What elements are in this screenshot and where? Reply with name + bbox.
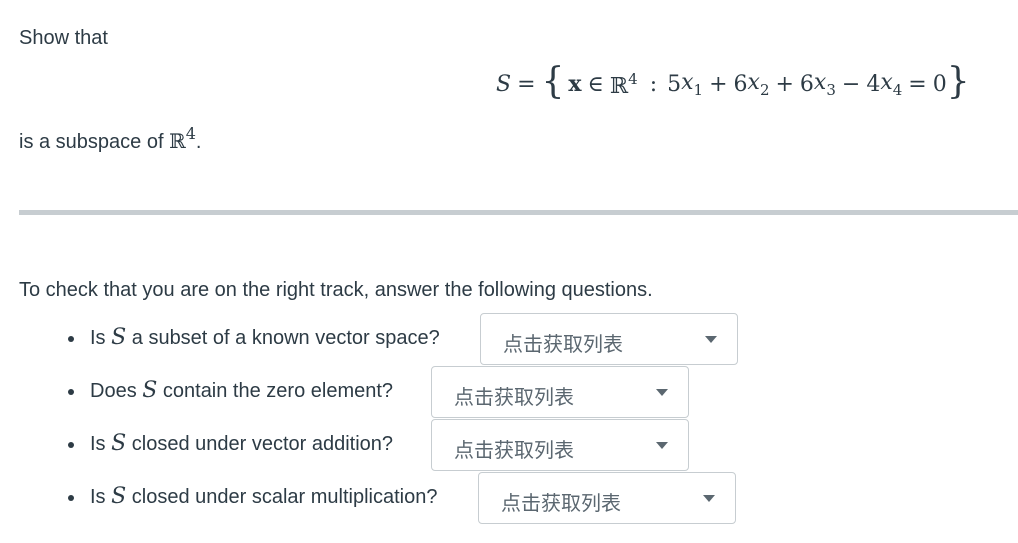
intro-tail-suffix: . [195,131,202,153]
formula-var-2: x2 [748,70,770,99]
intro-real-exponent: 4 [185,124,196,143]
formula-var-4-letter: x [880,69,893,95]
question-1-symbol: S [111,325,127,350]
question-2-pre: Does [90,380,143,402]
question-4-post: closed under scalar multiplication? [126,486,438,508]
formula-colon: : [649,71,658,97]
question-4-symbol: S [111,484,127,509]
formula-real-symbol: ℝ [609,73,629,99]
formula-var-3: x3 [814,70,836,99]
formula-open-brace: { [541,61,565,102]
formula-var-1: x1 [681,70,703,99]
question-4-text: Is S closed under scalar multiplication? [90,484,437,509]
formula-var-2-letter: x [747,69,760,95]
bullet-icon [68,336,74,342]
formula-coef-2: 6 [733,71,748,97]
question-3-select[interactable]: 点击获取列表 [431,419,689,471]
question-3-post: closed under vector addition? [126,433,394,455]
question-3-symbol: S [111,431,127,456]
formula-coef-4: 4 [866,71,881,97]
formula-element-of: ∈ [587,71,604,97]
question-2-select-placeholder: 点击获取列表 [454,385,574,409]
question-1-post: a subset of a known vector space? [126,327,440,349]
question-2-select[interactable]: 点击获取列表 [431,366,689,418]
chevron-down-icon [703,495,715,502]
question-3-text: Is S closed under vector addition? [90,431,393,456]
question-1-text: Is S a subset of a known vector space? [90,325,440,350]
formula-var-2-sub: 2 [759,80,770,99]
formula-var-3-sub: 3 [826,80,836,99]
chevron-down-icon [705,336,717,343]
formula-var-4: x4 [880,70,902,99]
chevron-down-icon [656,442,668,449]
formula-real-exponent: 4 [628,69,638,88]
bullet-icon [68,495,74,501]
question-3-select-placeholder: 点击获取列表 [454,438,574,462]
intro-lead-text: Show that [19,27,108,49]
formula-plus-1: + [709,71,728,97]
formula-rhs-zero: 0 [932,71,947,97]
formula-equals: = [517,71,536,97]
question-1-pre: Is [90,327,112,349]
intro-real-symbol: ℝ [169,129,186,153]
formula-plus-2: + [775,71,794,97]
formula-var-1-sub: 1 [693,80,704,99]
formula-minus: − [841,71,861,97]
formula-eq: = [908,71,927,97]
bullet-icon [68,389,74,395]
question-3-pre: Is [90,433,112,455]
question-4-select[interactable]: 点击获取列表 [478,472,736,524]
question-4-select-placeholder: 点击获取列表 [501,491,621,515]
question-1-select-placeholder: 点击获取列表 [503,332,623,356]
check-intro-text: To check that you are on the right track… [19,279,653,301]
intro-real-space: ℝ4 [169,124,196,153]
question-2-post: contain the zero element? [157,380,394,402]
question-2-symbol: S [142,378,158,403]
question-1-select[interactable]: 点击获取列表 [480,313,738,365]
chevron-down-icon [656,389,668,396]
formula-var-4-sub: 4 [892,80,903,99]
formula-coef-1: 5 [667,71,682,97]
formula-var-1-letter: x [681,69,694,95]
set-definition-formula: S = { x ∈ ℝ4 : 5 x1 + 6 x2 + 6 x3 − 4 x4… [496,60,970,108]
intro-tail-text: is a subspace of ℝ4. [19,124,201,154]
formula-var-3-letter: x [813,69,827,95]
formula-coef-3: 6 [799,71,814,97]
formula-vector-x: x [568,71,582,97]
bullet-icon [68,442,74,448]
section-divider [19,210,1018,215]
formula-set-symbol: S [496,71,512,97]
question-2-text: Does S contain the zero element? [90,378,393,403]
formula-real-space: ℝ4 [610,70,638,99]
formula-close-brace: } [946,61,970,102]
intro-tail-prefix: is a subspace of [19,131,170,153]
question-4-pre: Is [90,486,112,508]
